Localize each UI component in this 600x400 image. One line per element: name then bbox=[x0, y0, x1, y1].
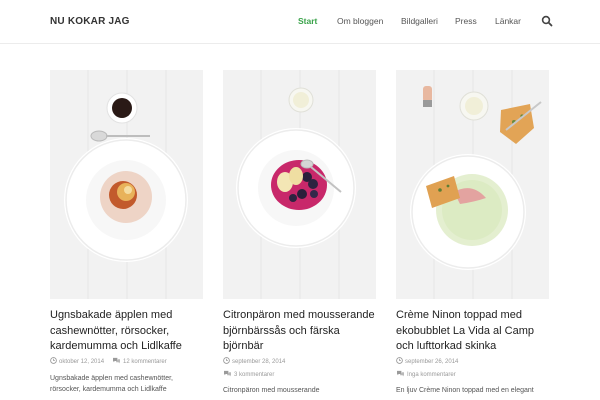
post-title[interactable]: Ugnsbakade äpplen med cashewnötter, rörs… bbox=[50, 308, 205, 355]
post-date: september 28, 2014 bbox=[223, 357, 285, 365]
clock-icon bbox=[396, 357, 403, 364]
post-date: september 26, 2014 bbox=[396, 357, 458, 365]
search-icon[interactable] bbox=[541, 15, 553, 27]
post-card: Crème Ninon toppad med ekobubblet La Vid… bbox=[396, 70, 549, 400]
comments-icon bbox=[113, 357, 121, 364]
post-comments-row: Inga kommentarer bbox=[396, 370, 551, 380]
clock-icon bbox=[50, 357, 57, 364]
nav-item-start[interactable]: Start bbox=[298, 16, 317, 26]
post-excerpt: Citronpäron med mousserande bbox=[223, 387, 320, 394]
post-title[interactable]: Crème Ninon toppad med ekobubblet La Vid… bbox=[396, 308, 551, 355]
post-card: Ugnsbakade äpplen med cashewnötter, rörs… bbox=[50, 70, 203, 400]
post-comments-link[interactable]: 3 kommentarer bbox=[223, 370, 274, 378]
post-date-text: oktober 12, 2014 bbox=[59, 359, 105, 365]
post-image-creme-ninon[interactable] bbox=[396, 70, 549, 299]
comments-icon bbox=[224, 370, 231, 377]
main-nav: Start Om bloggen Bildgalleri Press Länka… bbox=[0, 16, 600, 30]
post-comments-text: 3 kommentarer bbox=[234, 372, 275, 378]
post-comments-link[interactable]: Inga kommentarer bbox=[396, 370, 456, 378]
post-comments-row: 3 kommentarer bbox=[223, 370, 378, 380]
nav-item-press[interactable]: Press bbox=[455, 16, 477, 26]
nav-item-lankar[interactable]: Länkar bbox=[495, 16, 521, 26]
nav-item-bildgalleri[interactable]: Bildgalleri bbox=[401, 16, 438, 26]
post-date: oktober 12, 2014 bbox=[50, 357, 104, 365]
site-header: NU KOKAR JAG Start Om bloggen Bildgaller… bbox=[0, 0, 600, 44]
nav-item-om-bloggen[interactable]: Om bloggen bbox=[337, 16, 383, 26]
comments-icon bbox=[397, 370, 404, 377]
post-meta: september 28, 2014 bbox=[223, 357, 378, 367]
post-comments-text: 12 kommentarer bbox=[123, 359, 167, 365]
post-card: Citronpäron med mousserande björnbärssås… bbox=[223, 70, 376, 400]
post-meta: oktober 12, 2014 12 kommentarer bbox=[50, 357, 205, 367]
post-image-baked-apples[interactable] bbox=[50, 70, 203, 299]
post-title[interactable]: Citronpäron med mousserande björnbärssås… bbox=[223, 308, 378, 355]
post-excerpt: En ljuv Crème Ninon toppad med en elegan… bbox=[396, 387, 534, 394]
post-date-text: september 28, 2014 bbox=[232, 359, 286, 365]
post-meta: september 26, 2014 bbox=[396, 357, 551, 367]
post-comments-link[interactable]: 12 kommentarer bbox=[112, 357, 167, 365]
post-date-text: september 26, 2014 bbox=[405, 359, 459, 365]
post-comments-text: Inga kommentarer bbox=[407, 372, 456, 378]
clock-icon bbox=[223, 357, 230, 364]
post-image-lemon-pears[interactable] bbox=[223, 70, 376, 299]
post-excerpt: Ugnsbakade äpplen med cashewnötter, rörs… bbox=[50, 375, 173, 393]
